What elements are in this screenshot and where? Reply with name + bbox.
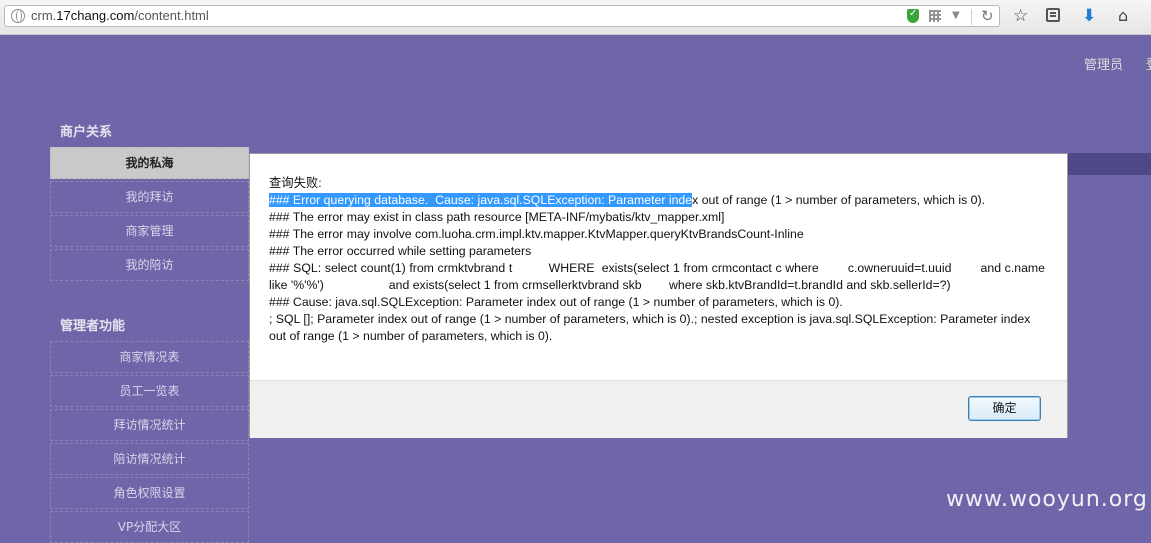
- login-link[interactable]: 登: [1146, 54, 1151, 73]
- sidebar-item-employee-list[interactable]: 员工一览表: [50, 375, 249, 407]
- reading-list-icon[interactable]: [1046, 8, 1060, 22]
- shield-icon[interactable]: [907, 8, 919, 23]
- error-line: ### Error querying database. Cause: java…: [269, 193, 985, 207]
- sidebar-item-merchant-management[interactable]: 商家管理: [50, 215, 249, 247]
- sidebar-item-vp-region[interactable]: VP分配大区: [50, 511, 249, 543]
- ok-button[interactable]: 确定: [968, 396, 1041, 421]
- user-menu[interactable]: 管理员: [1084, 54, 1123, 73]
- error-heading: 查询失败:: [269, 176, 322, 190]
- error-cause: ### Cause: java.sql.SQLException: Parame…: [269, 295, 843, 309]
- error-line: ### The error may involve com.luoha.crm.…: [269, 227, 804, 241]
- sidebar-item-my-accompany-visits[interactable]: 我的陪访: [50, 249, 249, 281]
- error-line: ### The error occurred while setting par…: [269, 244, 532, 258]
- sidebar-item-merchant-report[interactable]: 商家情况表: [50, 341, 249, 373]
- sidebar-item-my-visits[interactable]: 我的拜访: [50, 181, 249, 213]
- home-icon[interactable]: ⌂: [1118, 6, 1128, 26]
- page-header: 管理员 登: [0, 35, 1151, 95]
- dialog-body: 查询失败: ### Error querying database. Cause…: [250, 154, 1067, 380]
- section-title-merchant: 商户关系: [60, 125, 113, 140]
- bookmark-star-icon[interactable]: ☆: [1013, 6, 1028, 26]
- section-title-manager: 管理者功能: [60, 319, 126, 334]
- browser-toolbar: crm.17chang.com/content.html ▼ ↻ ☆ ⬇ ⌂: [0, 0, 1151, 35]
- nested-exception: ; SQL []; Parameter index out of range (…: [269, 312, 1031, 343]
- divider: [971, 9, 972, 25]
- chevron-down-icon[interactable]: ▼: [952, 10, 960, 21]
- error-message: 查询失败: ### Error querying database. Cause…: [269, 175, 1045, 345]
- url-text[interactable]: crm.17chang.com/content.html: [31, 8, 209, 23]
- globe-icon: [11, 9, 25, 23]
- dialog-footer: 确定: [250, 380, 1067, 438]
- selected-text: ### Error querying database. Cause: java…: [269, 193, 693, 207]
- download-icon[interactable]: ⬇: [1082, 6, 1096, 26]
- error-line: ### The error may exist in class path re…: [269, 210, 725, 224]
- sql-statement: ### SQL: select count(1) from crmktvbran…: [269, 261, 1049, 292]
- qr-code-icon[interactable]: [929, 10, 941, 22]
- sidebar-item-my-private-sea[interactable]: 我的私海: [50, 147, 249, 179]
- reload-icon[interactable]: ↻: [981, 7, 994, 25]
- address-bar[interactable]: crm.17chang.com/content.html ▼ ↻: [4, 5, 1000, 27]
- sidebar-item-role-permissions[interactable]: 角色权限设置: [50, 477, 249, 509]
- error-dialog: 查询失败: ### Error querying database. Cause…: [249, 153, 1068, 438]
- sidebar-item-accompany-statistics[interactable]: 陪访情况统计: [50, 443, 249, 475]
- sidebar-item-visit-statistics[interactable]: 拜访情况统计: [50, 409, 249, 441]
- watermark: www.wooyun.org: [946, 487, 1148, 512]
